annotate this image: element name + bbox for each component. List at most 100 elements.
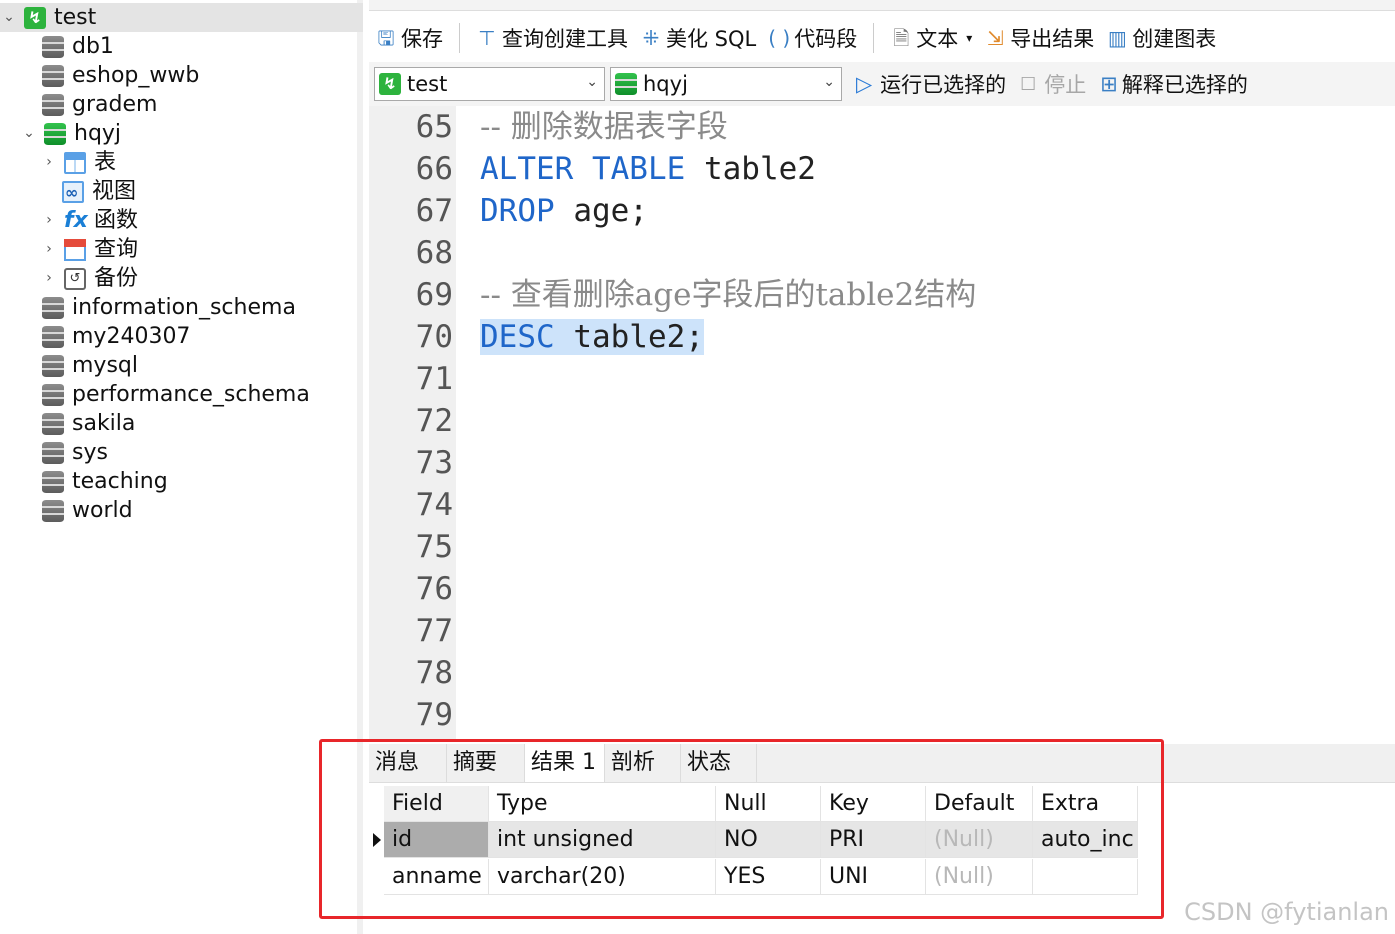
result-tab[interactable]: 剖析 — [605, 744, 681, 782]
cell-value: int unsigned — [497, 827, 634, 852]
table-cell[interactable]: UNI — [821, 859, 926, 895]
column-header[interactable]: Field — [384, 786, 489, 822]
sidebar-item[interactable]: db1 — [0, 32, 340, 61]
sidebar-item[interactable]: gradem — [0, 90, 340, 119]
sidebar-item-label: 备份 — [94, 266, 139, 291]
table-cell[interactable]: anname — [384, 859, 489, 895]
line-number: 79 — [415, 697, 453, 733]
sidebar-item-label: gradem — [72, 92, 158, 117]
table-cell[interactable]: int unsigned — [489, 822, 716, 858]
sidebar-item[interactable]: sakila — [0, 409, 340, 438]
create-chart-button[interactable]: ▥ 创建图表 — [1100, 18, 1222, 58]
column-header[interactable]: Extra — [1033, 786, 1138, 822]
code-line[interactable]: -- 删除数据表字段 — [480, 106, 728, 148]
editor-tab-strip[interactable] — [369, 0, 1395, 11]
database-icon — [615, 73, 637, 95]
table-cell[interactable]: (Null) — [926, 822, 1033, 858]
beautify-sql-button[interactable]: ⁜ 美化 SQL — [634, 18, 762, 58]
table-cell[interactable]: YES — [716, 859, 821, 895]
line-number: 75 — [415, 529, 453, 565]
result-tab[interactable]: 消息 — [369, 744, 447, 782]
sidebar-item[interactable]: mysql — [0, 351, 340, 380]
line-number: 66 — [415, 151, 453, 187]
database-icon — [42, 441, 64, 464]
line-number: 73 — [415, 445, 453, 481]
sql-comment: -- 查看删除age字段后的table2结构 — [480, 277, 977, 313]
database-icon — [42, 412, 64, 435]
sidebar-item-label: db1 — [72, 34, 114, 59]
table-cell[interactable]: NO — [716, 822, 821, 858]
save-button[interactable]: 🖫 保存 — [369, 18, 449, 58]
column-header[interactable]: Key — [821, 786, 926, 822]
sidebar-item[interactable]: information_schema — [0, 293, 340, 322]
sidebar-item[interactable]: 视图 — [0, 177, 340, 207]
sidebar-item[interactable]: › 查询 — [0, 235, 340, 264]
sidebar-item[interactable]: world — [0, 496, 340, 525]
result-tab[interactable]: 摘要 — [447, 744, 525, 782]
query-builder-button[interactable]: ⊤ 查询创建工具 — [470, 18, 634, 58]
code-line[interactable]: -- 查看删除age字段后的table2结构 — [480, 274, 976, 316]
cell-value: id — [392, 827, 413, 852]
sidebar-item-label: eshop_wwb — [72, 63, 200, 88]
sidebar-item[interactable]: › fx 函数 — [0, 206, 340, 235]
database-icon — [42, 325, 64, 348]
cell-value: (Null) — [934, 864, 994, 889]
sidebar-item[interactable]: › 表 — [0, 148, 340, 177]
table-cell[interactable]: auto_inc — [1033, 822, 1138, 858]
sidebar-item[interactable]: eshop_wwb — [0, 61, 340, 90]
chevron-right-icon[interactable]: › — [40, 264, 58, 293]
chevron-down-icon[interactable]: ⌄ — [0, 3, 18, 32]
table-cell[interactable]: (Null) — [926, 859, 1033, 895]
sidebar-item[interactable]: › ↺ 备份 — [0, 264, 340, 293]
explain-selected-button[interactable]: ⊞ 解释已选择的 — [1100, 69, 1248, 99]
sidebar-item[interactable]: performance_schema — [0, 380, 340, 409]
column-header[interactable]: Default — [926, 786, 1033, 822]
stop-button[interactable]: ☐ 停止 — [1020, 69, 1086, 99]
run-selected-button[interactable]: ▷ 运行已选择的 — [856, 69, 1006, 99]
line-number: 74 — [415, 487, 453, 523]
sidebar-item[interactable]: my240307 — [0, 322, 340, 351]
sidebar-item-label: mysql — [72, 353, 138, 378]
code-line[interactable]: DESC table2; — [480, 316, 704, 358]
database-icon — [42, 35, 64, 58]
column-header[interactable]: Type — [489, 786, 716, 822]
export-result-button[interactable]: ⇲ 导出结果 — [978, 18, 1100, 58]
chevron-right-icon[interactable]: › — [40, 148, 58, 177]
line-number: 68 — [415, 235, 453, 271]
table-cell[interactable] — [1033, 859, 1138, 895]
code-line[interactable]: ALTER TABLE table2 — [480, 148, 816, 190]
sidebar-item-label: world — [72, 498, 133, 523]
view-icon — [62, 178, 84, 207]
sidebar-item[interactable]: teaching — [0, 467, 340, 496]
chevron-right-icon[interactable]: › — [40, 206, 58, 235]
column-header[interactable]: Null — [716, 786, 821, 822]
sidebar-item[interactable]: ⌄ hqyj — [0, 119, 340, 148]
chevron-down-icon[interactable]: ⌄ — [20, 119, 38, 148]
result-tab[interactable]: 结果 1 — [525, 744, 605, 782]
sidebar-item-label: information_schema — [72, 295, 296, 320]
database-icon — [42, 296, 64, 319]
sidebar-item[interactable]: sys — [0, 438, 340, 467]
chevron-right-icon[interactable]: › — [40, 235, 58, 264]
database-icon — [42, 93, 64, 116]
line-number: 69 — [415, 277, 453, 313]
sidebar-item[interactable]: ⌄ ↯ test — [0, 3, 363, 32]
sidebar-item-label: sakila — [72, 411, 136, 436]
database-select[interactable]: hqyj ⌄ — [610, 67, 842, 101]
table-cell[interactable]: varchar(20) — [489, 859, 716, 895]
sql-editor[interactable]: 65 66 67 68 69 70 71 72 73 74 75 76 77 78 79 -- 删除数据表字… — [369, 106, 1395, 740]
code-line[interactable]: DROP age; — [480, 190, 648, 232]
table-cell[interactable]: PRI — [821, 822, 926, 858]
toolbar-divider — [459, 23, 460, 53]
cell-value: anname — [392, 864, 482, 889]
connection-select[interactable]: ↯ test ⌄ — [374, 67, 605, 101]
database-icon — [42, 354, 64, 377]
result-tab[interactable]: 状态 — [681, 744, 757, 782]
line-number: 76 — [415, 571, 453, 607]
code-snippet-button[interactable]: ( ) 代码段 — [762, 18, 863, 58]
column-header-label: Key — [829, 791, 869, 816]
table-row[interactable]: anname varchar(20) YES UNI (Null) — [369, 859, 1138, 895]
table-cell[interactable]: id — [384, 822, 489, 858]
text-mode-button[interactable]: 🗎 文本 ▾ — [884, 18, 978, 58]
table-row[interactable]: id int unsigned NO PRI (Null) auto_inc — [369, 822, 1138, 858]
